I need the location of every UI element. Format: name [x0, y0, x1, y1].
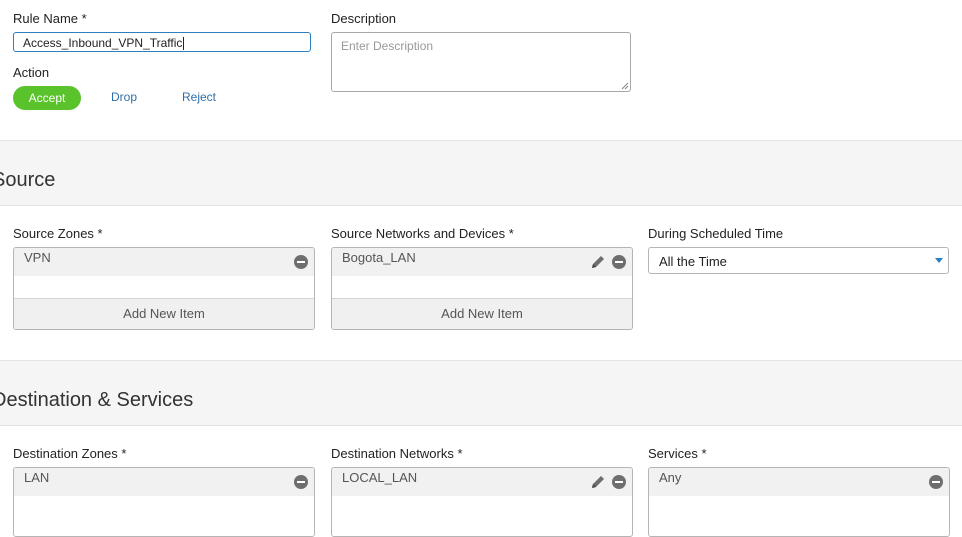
- service-item-label: Any: [659, 470, 682, 485]
- description-placeholder: Enter Description: [341, 39, 434, 53]
- list-item: Any: [649, 468, 949, 496]
- rule-name-value: Access_Inbound_VPN_Traffic: [23, 36, 183, 50]
- destination-zones-list: LAN: [13, 467, 315, 537]
- destination-zone-item-label: LAN: [24, 470, 50, 485]
- chevron-down-icon: [935, 258, 943, 263]
- pencil-icon[interactable]: [590, 474, 606, 490]
- list-item: LOCAL_LAN: [332, 468, 632, 496]
- action-label: Action: [13, 65, 50, 80]
- schedule-value: All the Time: [659, 254, 727, 269]
- source-zones-list: VPN Add New Item: [13, 247, 315, 330]
- add-new-item-button[interactable]: Add New Item: [332, 298, 632, 329]
- remove-minus-icon[interactable]: [294, 475, 308, 489]
- rule-name-label: Rule Name *: [13, 11, 87, 26]
- add-new-item-button[interactable]: Add New Item: [14, 298, 314, 329]
- rule-name-input[interactable]: Access_Inbound_VPN_Traffic: [13, 32, 311, 52]
- source-network-item-label: Bogota_LAN: [342, 250, 416, 265]
- remove-minus-icon[interactable]: [929, 475, 943, 489]
- source-networks-label: Source Networks and Devices *: [331, 226, 514, 241]
- source-section-header: Source: [0, 140, 962, 206]
- destination-networks-list: LOCAL_LAN: [331, 467, 633, 537]
- drop-button[interactable]: Drop: [111, 90, 137, 104]
- pencil-icon[interactable]: [590, 254, 606, 270]
- list-item: VPN: [14, 248, 314, 276]
- destination-networks-label: Destination Networks *: [331, 446, 463, 461]
- accept-button[interactable]: Accept: [13, 86, 81, 110]
- destination-network-item-label: LOCAL_LAN: [342, 470, 418, 485]
- remove-minus-icon[interactable]: [612, 475, 626, 489]
- list-item: Bogota_LAN: [332, 248, 632, 276]
- description-label: Description: [331, 11, 397, 26]
- services-list: Any: [648, 467, 950, 537]
- reject-button[interactable]: Reject: [182, 90, 216, 104]
- destination-section-title: Destination & Services: [0, 389, 194, 411]
- source-zone-item-label: VPN: [24, 250, 51, 265]
- destination-section-header: Destination & Services: [0, 360, 962, 426]
- resize-handle-icon[interactable]: [621, 82, 629, 90]
- remove-minus-icon[interactable]: [294, 255, 308, 269]
- source-zones-label: Source Zones *: [13, 226, 103, 241]
- services-label: Services *: [648, 446, 707, 461]
- list-item: LAN: [14, 468, 314, 496]
- text-cursor: [183, 37, 185, 51]
- schedule-select[interactable]: All the Time: [648, 247, 949, 274]
- description-textarea[interactable]: Enter Description: [331, 32, 631, 92]
- schedule-label: During Scheduled Time: [648, 226, 784, 241]
- source-networks-list: Bogota_LAN Add New Item: [331, 247, 633, 330]
- destination-zones-label: Destination Zones *: [13, 446, 127, 461]
- source-section-title: Source: [0, 169, 56, 191]
- remove-minus-icon[interactable]: [612, 255, 626, 269]
